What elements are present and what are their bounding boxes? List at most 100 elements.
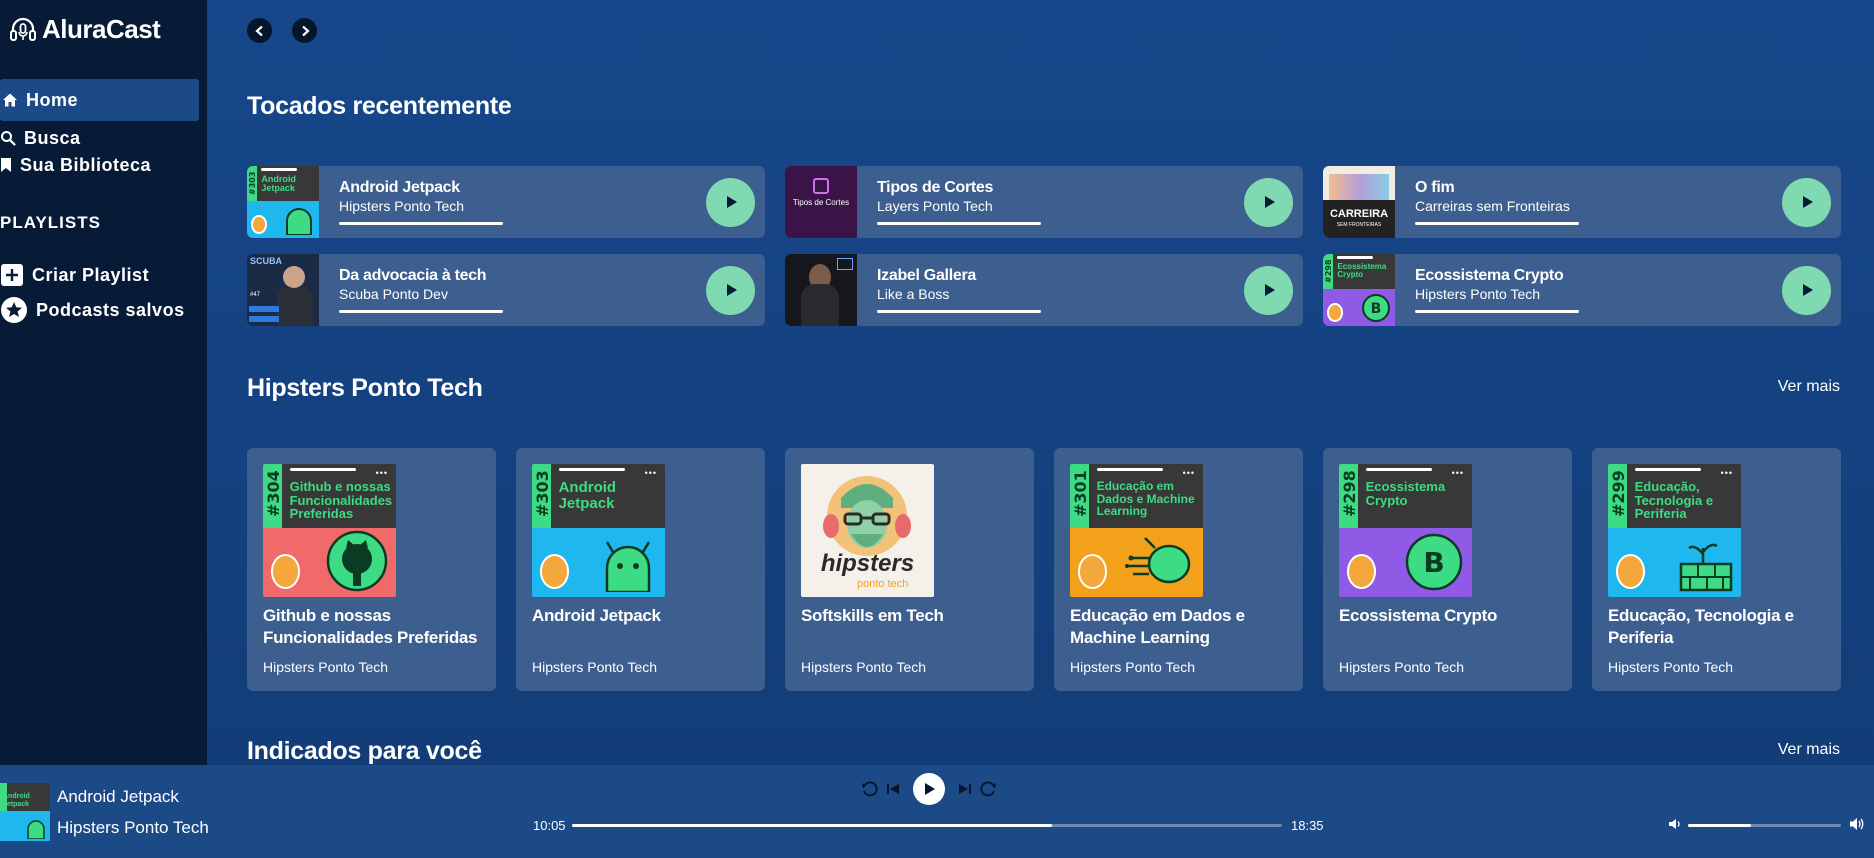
podcast-card[interactable]: ••• Github e nossas Funcionalidades Pref… <box>247 448 496 691</box>
podcast-card[interactable]: ••• Educação, Tecnologia e Periferia #29… <box>1592 448 1841 691</box>
sidebar-item-criar-playlist[interactable]: Criar Playlist <box>0 262 149 288</box>
rewind-button[interactable] <box>861 780 879 798</box>
skip-next-icon <box>959 784 971 794</box>
episode-title: Ecossistema Crypto <box>1339 606 1498 625</box>
episode-artwork: ••• Github e nossas Funcionalidades Pref… <box>263 464 396 597</box>
episode-title: Android Jetpack <box>339 179 460 196</box>
bitcoin-icon: B <box>1405 533 1463 590</box>
episode-title: Android Jetpack <box>532 606 661 625</box>
play-button[interactable] <box>1244 177 1293 227</box>
episode-progress-bar <box>1415 222 1579 225</box>
android-icon <box>285 208 312 236</box>
player-bar: Android Jetpack Android Jetpack Hipsters… <box>0 765 1874 858</box>
now-playing-title: Android Jetpack <box>57 787 179 806</box>
recent-card[interactable]: CARREIRA SEM FRONTEIRAS O fim Carreiras … <box>1323 166 1841 238</box>
episode-progress-bar <box>1415 310 1579 313</box>
chevron-left-icon <box>254 25 263 36</box>
now-playing-artwork[interactable]: Android Jetpack <box>0 783 50 841</box>
play-icon <box>1802 196 1813 208</box>
back-button[interactable] <box>247 18 272 43</box>
headphones-icon <box>10 17 36 41</box>
play-icon <box>1264 284 1275 296</box>
recent-card[interactable]: Android Jetpack #303 Android Jetpack Hip… <box>247 166 765 238</box>
next-button[interactable] <box>957 781 973 797</box>
sidebar-item-label: Home <box>26 89 79 110</box>
episode-artwork: SCUBA #47 <box>247 254 319 326</box>
rewind-icon <box>862 781 878 797</box>
android-icon <box>605 541 651 592</box>
github-icon <box>326 530 388 591</box>
svg-text:B: B <box>1370 301 1381 317</box>
android-icon <box>27 820 45 839</box>
fast-forward-icon <box>980 781 996 797</box>
podcast-card[interactable]: ••• Educação em Dados e Machine Learning… <box>1054 448 1303 691</box>
volume-slider[interactable] <box>1688 824 1841 827</box>
play-pause-button[interactable] <box>913 773 945 805</box>
skip-previous-icon <box>887 784 899 794</box>
podcast-name: Scuba Ponto Dev <box>339 286 448 302</box>
podcast-name: Hipsters Ponto Tech <box>1608 659 1734 675</box>
volume-high-icon[interactable] <box>1849 816 1865 832</box>
previous-button[interactable] <box>885 781 901 797</box>
play-icon <box>726 284 737 296</box>
now-playing-podcast: Hipsters Ponto Tech <box>57 818 209 837</box>
episode-artwork <box>785 254 857 326</box>
bookmark-icon <box>1 158 11 172</box>
episode-artwork: ••• Android Jetpack #303 <box>532 464 665 597</box>
podcast-card[interactable]: ••• Android Jetpack #303 Android Jetpack… <box>516 448 765 691</box>
sidebar-item-biblioteca[interactable]: Sua Biblioteca <box>0 152 151 178</box>
hipsters-ver-mais-link[interactable]: Ver mais <box>1778 378 1840 396</box>
star-circle-icon <box>1 297 27 323</box>
play-icon <box>925 783 935 795</box>
episode-artwork: CARREIRA SEM FRONTEIRAS <box>1323 166 1395 238</box>
total-time: 18:35 <box>1291 818 1324 833</box>
podcast-name: Carreiras sem Fronteiras <box>1415 198 1570 214</box>
recent-card[interactable]: Izabel Gallera Like a Boss <box>785 254 1303 326</box>
forward-button[interactable] <box>292 18 317 43</box>
playback-progress-slider[interactable] <box>572 824 1282 827</box>
indicados-ver-mais-link[interactable]: Ver mais <box>1778 741 1840 759</box>
play-button[interactable] <box>1782 177 1831 227</box>
recent-card[interactable]: Ecossistema Crypto #298 B Ecossistema Cr… <box>1323 254 1841 326</box>
episode-title: Izabel Gallera <box>877 267 976 284</box>
episode-progress-bar <box>339 310 503 313</box>
hipsters-section-title: Hipsters Ponto Tech <box>247 374 483 402</box>
sidebar-item-label: Busca <box>24 127 81 148</box>
episode-artwork: Tipos de Cortes <box>785 166 857 238</box>
play-button[interactable] <box>1244 265 1293 315</box>
episode-artwork: ••• Ecossistema Crypto #298 B <box>1339 464 1472 597</box>
volume-low-icon[interactable] <box>1668 817 1682 831</box>
search-icon <box>1 131 16 146</box>
episode-artwork: ••• Educação em Dados e Machine Learning… <box>1070 464 1203 597</box>
podcast-name: Hipsters Ponto Tech <box>339 198 465 214</box>
play-button[interactable] <box>706 265 755 315</box>
recent-card[interactable]: SCUBA #47 Da advocacia à tech Scuba Pont… <box>247 254 765 326</box>
sidebar-item-label: Criar Playlist <box>32 264 150 285</box>
play-button[interactable] <box>706 177 755 227</box>
episode-progress-bar <box>877 222 1041 225</box>
sidebar-item-busca[interactable]: Busca <box>0 125 81 151</box>
sidebar-item-home[interactable]: Home <box>0 79 199 121</box>
svg-text:B: B <box>1423 546 1444 579</box>
episode-title: Educação em Dados e Machine Learning <box>1070 606 1245 647</box>
bitcoin-icon: B <box>1361 294 1390 323</box>
logo-text: AluraCast <box>42 14 161 44</box>
brain-chip-icon <box>1125 536 1191 583</box>
volume-fill <box>1688 824 1751 827</box>
app-logo[interactable]: AluraCast <box>8 14 161 45</box>
recent-card[interactable]: Tipos de Cortes Tipos de Cortes Layers P… <box>785 166 1303 238</box>
forward-skip-button[interactable] <box>979 780 997 798</box>
podcast-card[interactable]: ••• Ecossistema Crypto #298 B Ecossistem… <box>1323 448 1572 691</box>
podcast-name: Hipsters Ponto Tech <box>1070 659 1196 675</box>
sidebar-item-podcasts-salvos[interactable]: Podcasts salvos <box>0 296 185 324</box>
playback-progress-fill <box>572 824 1052 827</box>
chevron-right-icon <box>301 25 310 36</box>
play-icon <box>726 196 737 208</box>
episode-title: Tipos de Cortes <box>877 179 994 196</box>
episode-title: Da advocacia à tech <box>339 267 487 284</box>
episode-artwork: ••• Educação, Tecnologia e Periferia #29… <box>1608 464 1741 597</box>
podcast-name: Hipsters Ponto Tech <box>532 659 658 675</box>
play-button[interactable] <box>1782 265 1831 315</box>
podcast-card[interactable]: hipsters ponto tech Softskills em Tech H… <box>785 448 1034 691</box>
podcast-name: Hipsters Ponto Tech <box>1415 286 1541 302</box>
